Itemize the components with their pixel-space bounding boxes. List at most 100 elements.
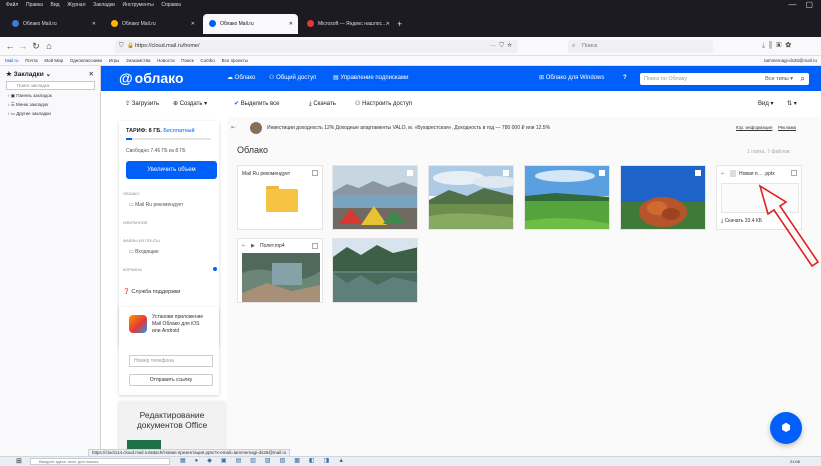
download-button[interactable]: ⤓ Скачать [309,91,336,117]
increase-storage-button[interactable]: Увеличить объем [126,161,217,179]
menu-history[interactable]: Журнал [67,0,85,11]
cloud-search-input[interactable]: Поиск по Облаку Все типы ▾ ⌕ [640,73,809,85]
sidebar-toggle-icon[interactable]: ▣ [776,42,781,49]
tab-2[interactable]: Облако Mail.ru ✕ [105,14,200,34]
section-label[interactable]: КОРЗИНА [123,267,142,272]
nav-cloud[interactable]: ☁ Облако [227,66,255,91]
tile-checkbox[interactable] [791,170,797,176]
bookmark-folder-toolbar[interactable]: › ▣ Панель закладок [8,93,52,99]
tab-4[interactable]: Microsoft — Яндекс нашлос… ✕ [301,14,395,34]
page-actions-icon[interactable]: ··· ⛉ ☆ [490,40,512,53]
cloud-toolbar: ⇪ Загрузить ⊕ Создать ▾ ✔ Выделить все ⤓… [101,91,821,117]
tab-label: Microsoft — Яндекс нашлос… [318,21,388,27]
tab-label: Облако Mail.ru [220,21,254,27]
bookmark-link[interactable]: Знакомства [126,56,150,66]
send-link-button[interactable]: Отправить ссылку [129,374,213,386]
bookmark-link[interactable]: Mail.ru [5,56,19,66]
image-tile-tents[interactable] [332,165,418,230]
new-tab-plus-icon[interactable]: + [397,14,402,34]
tile-checkbox[interactable] [503,170,509,176]
phone-number-input[interactable]: Номер телефона [129,355,213,367]
bookmark-link[interactable]: Поиск [181,56,193,66]
nav-shared[interactable]: ⚇ Общий доступ [269,66,316,91]
folder-tile-mailru-recommends[interactable]: Mail Ru рекомендует [237,165,323,230]
type-filter-dropdown[interactable]: Все типы ▾ [765,73,793,85]
bookmark-link[interactable]: Одноклассники [70,56,102,66]
sidepanel-title[interactable]: ★ Закладки ⌄ [6,70,51,78]
toolbar-icons[interactable]: ⤓ ⫼ ▣ ✿ [762,40,791,52]
bookmark-link[interactable]: Почта [25,56,38,66]
cloud-logo[interactable]: @ облако [119,70,184,86]
tree-item-inbox[interactable]: ▭ Входящие [129,249,159,255]
close-icon[interactable]: ✕ [386,14,390,34]
bookmark-folder-menu[interactable]: › ☰ Меню закладок [8,102,48,108]
tab-3-active[interactable]: Облако Mail.ru ✕ [203,14,298,34]
select-all-button[interactable]: ✔ Выделить все [234,91,280,117]
windows-start-icon[interactable]: ⊞ [16,457,22,466]
bookmark-link[interactable]: Все проекты [222,56,248,66]
floating-action-button[interactable]: ⬢ [770,412,802,444]
url-bar[interactable]: ⛉ 🔒 https://cloud.mail.ru/home/ ··· ⛉ ☆ [115,40,518,53]
tab-label: Облако Mail.ru [122,21,156,27]
bookmark-link[interactable]: Новости [157,56,174,66]
menu-file[interactable]: Файл [6,0,18,11]
bookmark-link[interactable]: Мой Мир [44,56,63,66]
collapse-arrow-icon[interactable]: ⇤ [231,124,236,131]
bookmark-folder-other[interactable]: › ▭ Другие закладки [8,111,51,117]
menu-help[interactable]: Справка [161,0,181,11]
taskbar-pinned-apps[interactable]: ▦●◆▣▤▥▧▨▩◧◨▲ [180,457,353,466]
close-icon[interactable]: ✕ [191,14,195,34]
tile-checkbox[interactable] [312,170,318,176]
nav-subscriptions[interactable]: ▤ Управление подписками [333,66,409,91]
tile-checkbox[interactable] [407,170,413,176]
back-arrow-icon[interactable]: ← [4,40,16,52]
section-label[interactable]: ИЗБРАННОЕ [123,220,148,225]
close-icon[interactable]: ✕ [92,14,96,34]
download-icon[interactable]: ⤓ [762,42,765,49]
upload-button[interactable]: ⇪ Загрузить [125,91,159,117]
reload-icon[interactable]: ↻ [30,40,42,52]
bookmark-link[interactable]: Combo [200,56,215,66]
lock-icon[interactable]: 🔒 [127,40,134,53]
bookmark-link[interactable]: Игры [109,56,120,66]
tile-checkbox[interactable] [312,243,318,249]
view-dropdown[interactable]: Вид ▾ [758,91,774,117]
tariff-plan-link[interactable]: Бесплатный [163,128,194,134]
help-icon[interactable]: ? [623,66,627,91]
image-tile-meadow[interactable] [524,165,610,230]
share-settings-button[interactable]: ⚇ Настроить доступ [355,91,412,117]
video-tile-flight[interactable]: ⇤ ▶ Полет.mp4 [237,238,323,303]
close-icon[interactable]: ✕ [89,70,94,78]
library-icon[interactable]: ⫼ [769,42,772,49]
taskbar-search[interactable]: Введите здесь текст для поиска [30,458,170,465]
image-tile-lake[interactable] [332,238,418,303]
extension-icon[interactable]: ✿ [785,42,791,49]
tree-item-mailru-recommends[interactable]: ▭ Mail Ru рекомендует [129,202,183,208]
image-tile-autumn-bush[interactable] [620,165,706,230]
close-icon[interactable]: ✕ [289,14,293,34]
support-link[interactable]: ❓ Служба поддержки [123,289,180,295]
menu-bookmarks[interactable]: Закладки [93,0,115,11]
search-icon[interactable]: ⌕ [801,73,805,85]
forward-arrow-icon[interactable]: → [17,40,29,52]
window-controls[interactable]: — ▢ [789,0,813,9]
ad-legal-link[interactable]: Юр. информация [736,125,772,130]
menu-edit[interactable]: Правка [26,0,43,11]
bookmarks-search-input[interactable]: Поиск закладок [6,81,95,90]
menu-tools[interactable]: Инструменты [122,0,153,11]
section-label[interactable]: ФАЙЛЫ ИЗ ПОЧТЫ [123,238,160,243]
browser-search-field[interactable]: ⌕ Поиск [568,40,713,53]
windows-app-link[interactable]: ⊞ Облако для Windows [539,66,604,91]
sort-icon[interactable]: ⇅ ▾ [787,91,797,117]
home-icon[interactable]: ⌂ [43,40,55,52]
office-promo[interactable]: Редактирование документов Office [119,401,225,456]
shield-icon[interactable]: ⛉ [119,40,124,53]
menu-view[interactable]: Вид [51,0,60,11]
account-email[interactable]: tammemagi-ds25@mail.ru [764,56,817,66]
ad-banner[interactable]: ⇤ Инвестиции доходность 12% Доходные апа… [231,121,803,135]
tab-1[interactable]: Облако Mail.ru ✕ [6,14,101,34]
image-tile-valley[interactable] [428,165,514,230]
tile-checkbox[interactable] [695,170,701,176]
create-button[interactable]: ⊕ Создать ▾ [173,91,207,117]
tile-checkbox[interactable] [599,170,605,176]
